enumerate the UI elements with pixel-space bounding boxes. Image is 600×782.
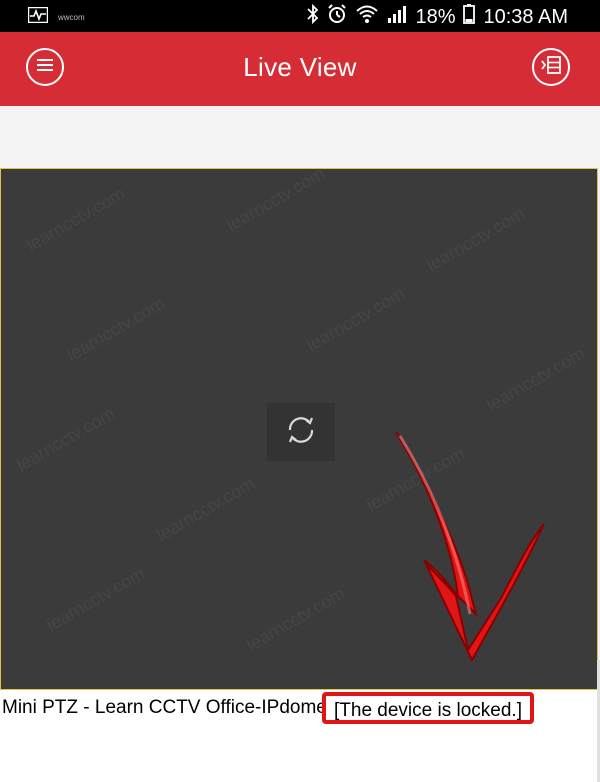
loading-indicator (267, 403, 335, 461)
watermark-text: learncctv.com (483, 342, 589, 416)
watermark-text: learncctv.com (13, 402, 119, 476)
bottom-area (0, 726, 600, 782)
clock-time: 10:38 AM (483, 5, 568, 28)
bluetooth-icon (307, 3, 319, 30)
status-bar: wwcom 18% 10:38 AM (0, 0, 600, 32)
carrier-label: wwcom (58, 13, 85, 22)
watermark-text: learncctv.com (63, 292, 169, 366)
watermark-text: learncctv.com (23, 182, 129, 256)
alarm-icon (327, 4, 347, 30)
watermark-text: learncctv.com (363, 442, 469, 516)
activity-icon (27, 6, 49, 29)
watermark-text: learncctv.com (153, 472, 259, 546)
refresh-icon (283, 412, 319, 453)
live-view-screen: wwcom 18% 10:38 AM Live View learncctv.c… (0, 0, 600, 782)
app-bar: Live View (0, 32, 600, 106)
watermark-text: learncctv.com (423, 202, 529, 276)
signal-icon (387, 5, 407, 29)
device-status-message: [The device is locked.] (322, 692, 534, 724)
page-title: Live View (243, 52, 357, 82)
channel-caption: Mini PTZ - Learn CCTV Office-IPdome [The… (0, 690, 600, 726)
watermark-text: learncctv.com (243, 582, 349, 656)
battery-icon (463, 4, 476, 30)
layout-list-icon (541, 55, 561, 79)
wifi-icon (355, 4, 379, 30)
status-left: wwcom (27, 6, 85, 29)
device-name: Mini PTZ - Learn CCTV Office-IPdome (2, 697, 326, 718)
status-right: 18% 10:38 AM (307, 3, 568, 30)
watermark-text: learncctv.com (223, 168, 329, 236)
live-video-pane[interactable]: learncctv.com learncctv.com learncctv.co… (0, 168, 598, 690)
battery-percent: 18% (415, 5, 456, 28)
watermark-text: learncctv.com (43, 562, 149, 636)
watermark-text: learncctv.com (303, 282, 409, 356)
layout-list-button[interactable] (532, 48, 570, 86)
